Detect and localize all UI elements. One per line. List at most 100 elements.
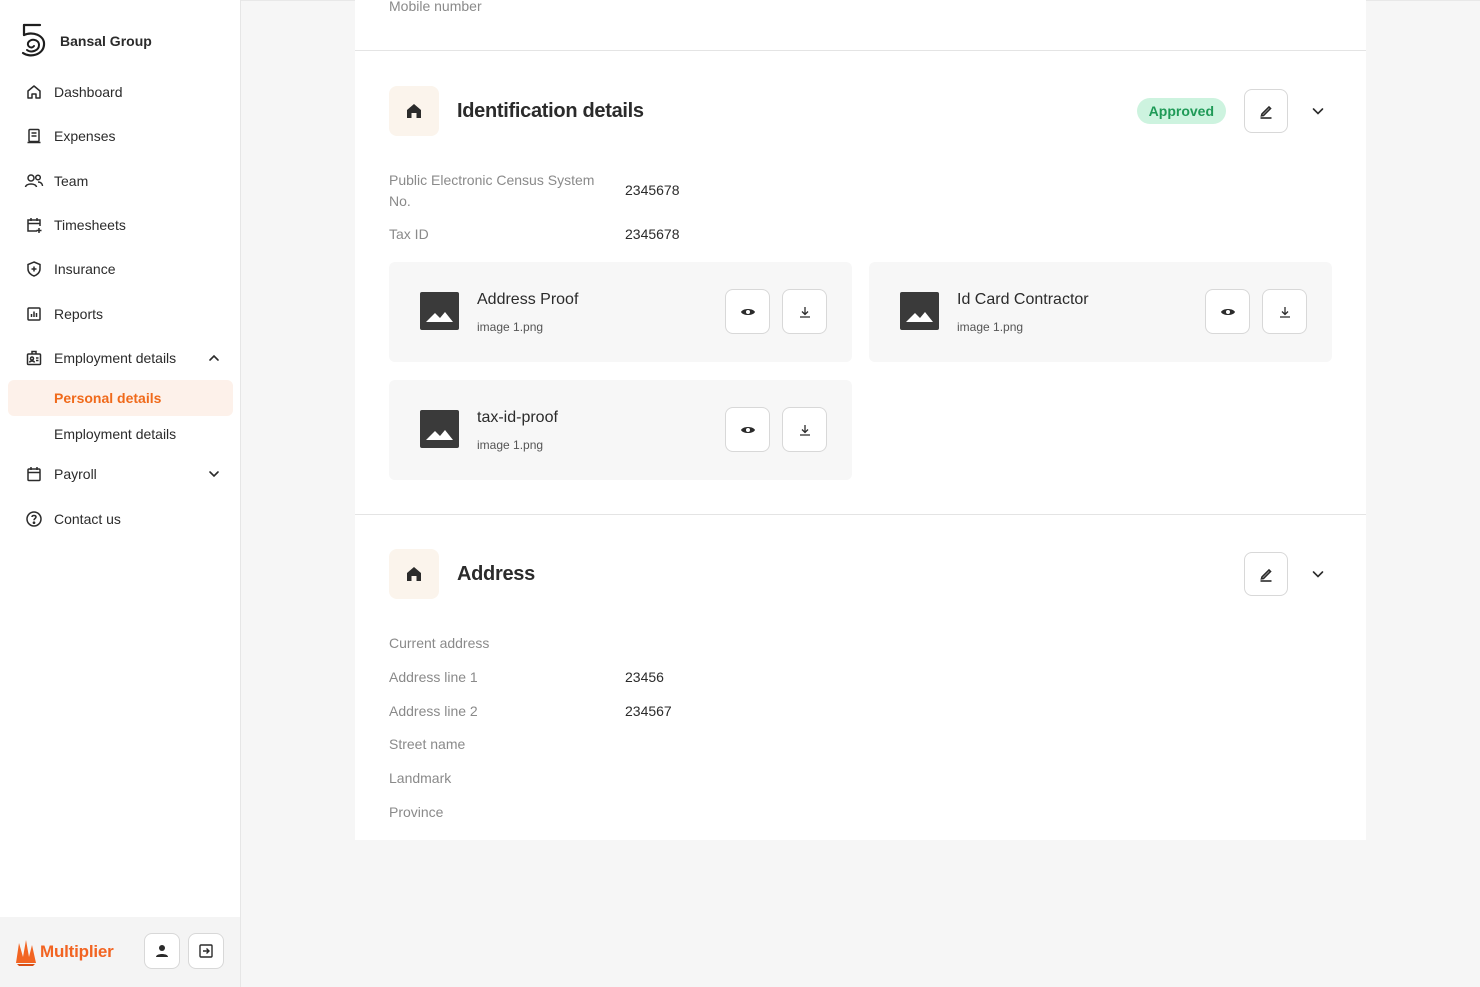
sidebar-subitem-employment-details[interactable]: Employment details xyxy=(0,416,241,452)
image-file-icon xyxy=(900,292,939,330)
field-label: Landmark xyxy=(389,770,452,786)
identification-section-header: Identification details Approved xyxy=(389,85,1332,137)
eye-icon xyxy=(740,426,755,433)
download-icon xyxy=(799,306,810,318)
sidebar-item-label: Employment details xyxy=(54,349,177,366)
sidebar: Bansal Group Dashboard Expenses Team Tim… xyxy=(0,0,241,987)
image-file-icon xyxy=(420,292,459,330)
field-label: Public Electronic Census System No. xyxy=(389,172,595,209)
mobile-number-label: Mobile number xyxy=(389,0,482,14)
field-label: Address line 2 xyxy=(389,703,478,719)
download-icon xyxy=(1279,306,1290,318)
sidebar-item-label: Contact us xyxy=(54,510,121,527)
chevron-down-icon[interactable] xyxy=(207,467,221,481)
logout-button[interactable] xyxy=(188,933,224,969)
field-label: Tax ID xyxy=(389,226,429,242)
field-value: 23456 xyxy=(625,669,664,685)
home-icon xyxy=(24,82,44,102)
sidebar-nav: Dashboard Expenses Team Timesheets Insur… xyxy=(0,70,241,541)
chevron-up-icon[interactable] xyxy=(207,351,221,365)
brand-name: Bansal Group xyxy=(60,33,152,49)
view-document-button[interactable] xyxy=(725,289,770,334)
field-label: Street name xyxy=(389,736,466,752)
view-document-button[interactable] xyxy=(1205,289,1250,334)
home-icon xyxy=(389,549,439,599)
sidebar-item-label: Dashboard xyxy=(54,84,123,101)
five-swirl-logo-icon xyxy=(21,23,46,57)
personal-details-card: Mobile number Identification details App… xyxy=(355,0,1366,840)
chevron-down-icon xyxy=(1312,108,1324,115)
eye-icon xyxy=(1220,308,1235,315)
identification-title: Identification details xyxy=(457,99,644,122)
address-title: Address xyxy=(457,562,535,585)
field-value: 2345678 xyxy=(625,182,680,198)
calendar-icon xyxy=(24,464,44,484)
people-icon xyxy=(24,171,44,191)
sidebar-item-label: Insurance xyxy=(54,261,116,278)
eye-icon xyxy=(740,308,755,315)
sidebar-item-expenses[interactable]: Expenses xyxy=(0,114,241,158)
sidebar-item-label: Reports xyxy=(54,305,104,322)
sidebar-item-insurance[interactable]: Insurance xyxy=(0,247,241,291)
section-divider xyxy=(355,50,1366,51)
document-file: image 1.png xyxy=(477,438,544,452)
image-file-icon xyxy=(420,410,459,448)
document-file: image 1.png xyxy=(957,320,1024,334)
field-value: 234567 xyxy=(625,703,672,719)
brand[interactable]: Bansal Group xyxy=(18,22,152,60)
id-badge-icon xyxy=(24,348,44,368)
document-name: Id Card Contractor xyxy=(957,291,1089,308)
logout-icon xyxy=(199,944,213,958)
collapse-address-button[interactable] xyxy=(1304,560,1332,588)
bar-chart-icon xyxy=(24,304,44,324)
section-divider xyxy=(355,514,1366,515)
sidebar-item-label: Team xyxy=(54,172,89,189)
edit-identification-button[interactable] xyxy=(1244,89,1288,133)
main-content: Mobile number Identification details App… xyxy=(241,0,1480,987)
multiplier-logo[interactable]: Multiplier xyxy=(14,937,114,967)
calendar-plus-icon xyxy=(24,215,44,235)
sidebar-item-employment-details[interactable]: Employment details xyxy=(0,336,241,380)
multiplier-brand-name: Multiplier xyxy=(40,942,114,961)
sidebar-item-reports[interactable]: Reports xyxy=(0,291,241,335)
sidebar-item-dashboard[interactable]: Dashboard xyxy=(0,70,241,114)
user-icon xyxy=(156,945,168,957)
receipt-icon xyxy=(24,126,44,146)
chevron-down-icon xyxy=(1312,571,1324,578)
download-document-button[interactable] xyxy=(782,289,827,334)
sidebar-item-payroll[interactable]: Payroll xyxy=(0,452,241,496)
document-file: image 1.png xyxy=(477,320,544,334)
document-name: Address Proof xyxy=(477,291,579,308)
profile-button[interactable] xyxy=(144,933,180,969)
sidebar-item-label: Timesheets xyxy=(54,217,126,234)
field-value: 2345678 xyxy=(625,226,680,242)
home-icon xyxy=(389,86,439,136)
view-document-button[interactable] xyxy=(725,407,770,452)
edit-address-button[interactable] xyxy=(1244,552,1288,596)
sidebar-item-team[interactable]: Team xyxy=(0,159,241,203)
shield-icon xyxy=(24,259,44,279)
sidebar-footer: Multiplier xyxy=(0,917,240,987)
edit-icon xyxy=(1260,568,1272,582)
sidebar-item-label: Expenses xyxy=(54,128,116,145)
edit-icon xyxy=(1260,105,1272,119)
address-section-header: Address xyxy=(389,548,1332,600)
document-card: tax-id-proof image 1.png xyxy=(389,380,852,480)
status-badge: Approved xyxy=(1136,98,1226,124)
document-name: tax-id-proof xyxy=(477,409,558,426)
document-card: Id Card Contractor image 1.png xyxy=(869,262,1332,362)
sidebar-item-timesheets[interactable]: Timesheets xyxy=(0,203,241,247)
help-circle-icon xyxy=(24,509,44,529)
sidebar-item-contact-us[interactable]: Contact us xyxy=(0,496,241,540)
document-card: Address Proof image 1.png xyxy=(389,262,852,362)
field-label: Current address xyxy=(389,635,490,651)
download-document-button[interactable] xyxy=(1262,289,1307,334)
collapse-identification-button[interactable] xyxy=(1304,97,1332,125)
sidebar-item-label: Payroll xyxy=(54,466,97,483)
multiplier-flame-icon xyxy=(16,940,36,966)
download-icon xyxy=(799,424,810,436)
sidebar-subitem-personal-details[interactable]: Personal details xyxy=(8,380,233,417)
field-label: Province xyxy=(389,804,444,820)
download-document-button[interactable] xyxy=(782,407,827,452)
field-label: Address line 1 xyxy=(389,669,478,685)
